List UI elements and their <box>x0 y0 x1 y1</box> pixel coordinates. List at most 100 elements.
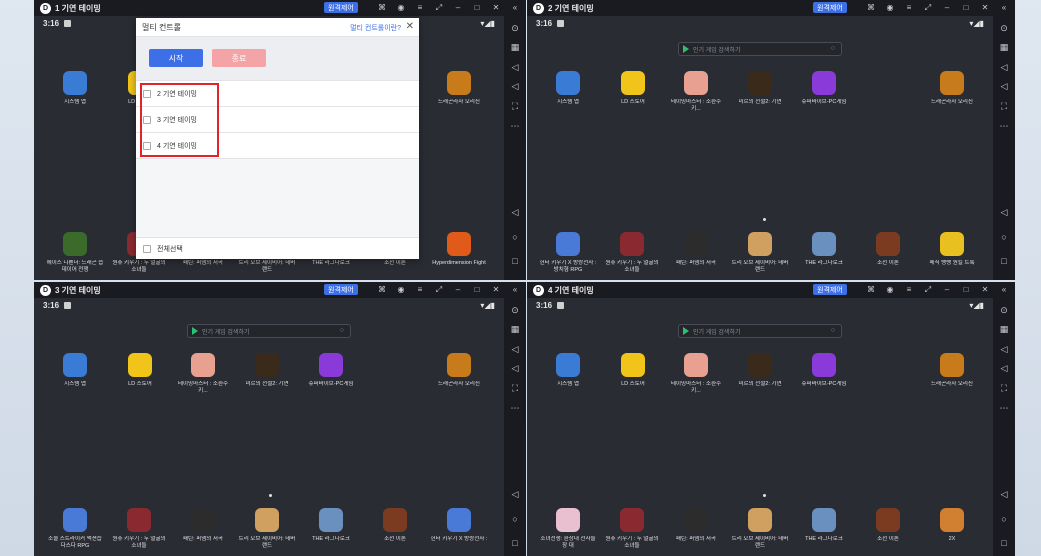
minimize-icon[interactable]: – <box>941 284 953 296</box>
gamepad-icon[interactable]: ⌘ <box>376 2 388 14</box>
back-icon[interactable]: ◁ <box>998 206 1010 218</box>
back-icon[interactable]: ◁ <box>509 488 521 500</box>
app-icon[interactable]: 테이밍마스터 : 소환수 키... <box>174 353 232 395</box>
keyboard-icon[interactable]: ▦ <box>998 323 1010 335</box>
start-button[interactable]: 시작 <box>149 49 203 67</box>
android-screen[interactable]: 3:16 ▾◢▮ 인기 게임 검색하기 ○ 시스템 앱 LD 스토어 테이밍마스터 : 소환… <box>527 298 993 556</box>
settings-icon[interactable]: ⊙ <box>509 22 521 34</box>
settings-icon[interactable]: ⊙ <box>998 22 1010 34</box>
app-icon[interactable]: 시스템 앱 <box>46 353 104 395</box>
more-icon[interactable]: ⋯ <box>998 120 1010 132</box>
gamepad-icon[interactable]: ⌘ <box>865 2 877 14</box>
app-icon[interactable]: 미르의 전설2: 기연 <box>238 353 296 395</box>
app-icon[interactable]: 원츄 키우기 : 두 얼굴의 소녀들 <box>603 232 661 274</box>
game-search-input[interactable]: 인기 게임 검색하기 ○ <box>187 324 351 338</box>
menu-icon[interactable]: ≡ <box>903 284 915 296</box>
gamepad-icon[interactable]: ⌘ <box>865 284 877 296</box>
keyboard-icon[interactable]: ▦ <box>509 323 521 335</box>
help-link[interactable]: 멀티 컨트롤이란? <box>350 23 401 33</box>
maximize-icon[interactable]: □ <box>960 2 972 14</box>
account-icon[interactable]: ◉ <box>395 284 407 296</box>
close-icon[interactable]: ✕ <box>979 2 991 14</box>
app-icon[interactable]: 소녀전쟁: 환상대 천사들장 대 <box>539 508 597 550</box>
pin-icon[interactable]: ⤢ <box>922 284 934 296</box>
remote-control-button[interactable]: 원격제어 <box>813 2 847 13</box>
window-titlebar[interactable]: D 1 기연 테이밍 원격제어 ⌘ ◉ ≡ ⤢ – □ ✕ « <box>34 0 526 16</box>
window-titlebar[interactable]: D 3 기연 테이밍 원격제어 ⌘ ◉ ≡ ⤢ – □ ✕ « <box>34 282 526 298</box>
app-icon[interactable]: 드래곤라자 오리진 <box>923 71 981 113</box>
maximize-icon[interactable]: □ <box>960 284 972 296</box>
remote-control-button[interactable]: 원격제어 <box>324 284 358 295</box>
close-icon[interactable]: ✕ <box>979 284 991 296</box>
app-icon[interactable]: 헌터 키우기 X 방랑전사 : 방치형 RPG <box>539 232 597 274</box>
app-icon[interactable]: 슈퍼바이브-PC게임 <box>795 71 853 113</box>
app-icon[interactable]: 시스템 앱 <box>539 71 597 113</box>
recent-apps-icon[interactable]: □ <box>998 255 1010 267</box>
volume-up-icon[interactable]: ◁ <box>998 80 1010 92</box>
volume-up-icon[interactable]: ◁ <box>998 362 1010 374</box>
keyboard-icon[interactable]: ▦ <box>998 41 1010 53</box>
more-icon[interactable]: ⋯ <box>509 402 521 414</box>
volume-down-icon[interactable]: ◁ <box>998 343 1010 355</box>
app-icon[interactable]: LD 스토어 <box>604 353 662 395</box>
app-icon[interactable]: 조선 이론 <box>859 232 917 274</box>
app-icon[interactable]: 조선 이론 <box>859 508 917 550</box>
app-icon[interactable]: 드래곤라자 오리진 <box>430 353 488 395</box>
more-icon[interactable]: ⋯ <box>509 120 521 132</box>
app-icon[interactable]: 원츄 키우기 : 두 얼굴의 소녀들 <box>603 508 661 550</box>
app-icon[interactable]: 에이스 디펜더: 드래곤 습데이어 전쟁 <box>46 232 104 274</box>
app-icon[interactable]: 트리 오브 세이비어: 네버랜드 <box>731 232 789 274</box>
recent-apps-icon[interactable]: □ <box>998 537 1010 549</box>
app-icon[interactable]: 시스템 앱 <box>46 71 104 113</box>
gamepad-icon[interactable]: ⌘ <box>376 284 388 296</box>
back-icon[interactable]: ◁ <box>998 488 1010 500</box>
app-icon[interactable]: 패틴: 퍼뎀의 서곡 <box>667 508 725 550</box>
pin-icon[interactable]: ⤢ <box>433 284 445 296</box>
app-icon[interactable]: 미르의 전설2: 기연 <box>731 71 789 113</box>
settings-icon[interactable]: ⊙ <box>998 304 1010 316</box>
app-icon[interactable]: 메직 뱅뱅 원킬 트룩 <box>923 232 981 274</box>
home-icon[interactable]: ○ <box>998 231 1010 243</box>
screenshot-icon[interactable]: ⛶ <box>998 100 1010 112</box>
app-icon[interactable]: THE 라그나로크 <box>795 232 853 274</box>
pin-icon[interactable]: ⤢ <box>433 2 445 14</box>
home-icon[interactable]: ○ <box>509 231 521 243</box>
stop-button[interactable]: 종료 <box>212 49 266 67</box>
menu-icon[interactable]: ≡ <box>414 284 426 296</box>
app-icon[interactable]: THE 라그나로크 <box>795 508 853 550</box>
close-icon[interactable]: ✕ <box>490 2 502 14</box>
app-icon[interactable]: 조선 이론 <box>366 508 424 550</box>
volume-down-icon[interactable]: ◁ <box>509 343 521 355</box>
home-icon[interactable]: ○ <box>998 513 1010 525</box>
recent-apps-icon[interactable]: □ <box>509 255 521 267</box>
android-screen[interactable]: 3:16 ▾◢▮ 인기 게임 검색하기 ○ 시스템 앱 LD 스토어 테이밍마스터 : 소환… <box>34 298 504 556</box>
collapse-sidebar-icon[interactable]: « <box>509 284 521 296</box>
minimize-icon[interactable]: – <box>452 2 464 14</box>
app-icon[interactable]: 헌터 키우기 X 방랑전사 : <box>430 508 488 550</box>
app-icon[interactable]: 드래곤라자 오리진 <box>923 353 981 395</box>
remote-control-button[interactable]: 원격제어 <box>813 284 847 295</box>
app-icon[interactable]: 테이밍마스터 : 소환수 키... <box>667 71 725 113</box>
more-icon[interactable]: ⋯ <box>998 402 1010 414</box>
app-icon[interactable]: 트리 오브 세이비어: 네버랜드 <box>731 508 789 550</box>
game-search-input[interactable]: 인기 게임 검색하기 ○ <box>678 42 842 56</box>
collapse-sidebar-icon[interactable]: « <box>998 284 1010 296</box>
dialog-close-icon[interactable]: ✕ <box>406 21 414 32</box>
minimize-icon[interactable]: – <box>452 284 464 296</box>
back-icon[interactable]: ◁ <box>509 206 521 218</box>
app-icon[interactable]: 트리 오브 세이비어: 네버랜드 <box>238 508 296 550</box>
window-titlebar[interactable]: D 2 기연 테이밍 원격제어 ⌘ ◉ ≡ ⤢ – □ ✕ « <box>527 0 1015 16</box>
collapse-sidebar-icon[interactable]: « <box>998 2 1010 14</box>
app-icon[interactable]: 시스템 앱 <box>539 353 597 395</box>
app-icon[interactable]: 원츄 키우기 : 두 얼굴의 소녀들 <box>110 508 168 550</box>
pin-icon[interactable]: ⤢ <box>922 2 934 14</box>
recent-apps-icon[interactable]: □ <box>509 537 521 549</box>
app-icon[interactable]: Hyperdimension Fight <box>430 232 488 274</box>
app-icon[interactable]: 패틴: 퍼뎀의 서곡 <box>174 508 232 550</box>
settings-icon[interactable]: ⊙ <box>509 304 521 316</box>
select-all-checkbox[interactable] <box>143 244 151 253</box>
app-icon[interactable]: 미르의 전설2: 기연 <box>731 353 789 395</box>
app-icon[interactable]: 드래곤라자 오리진 <box>430 71 488 113</box>
menu-icon[interactable]: ≡ <box>903 2 915 14</box>
app-icon[interactable]: 슈퍼바이브-PC게임 <box>795 353 853 395</box>
